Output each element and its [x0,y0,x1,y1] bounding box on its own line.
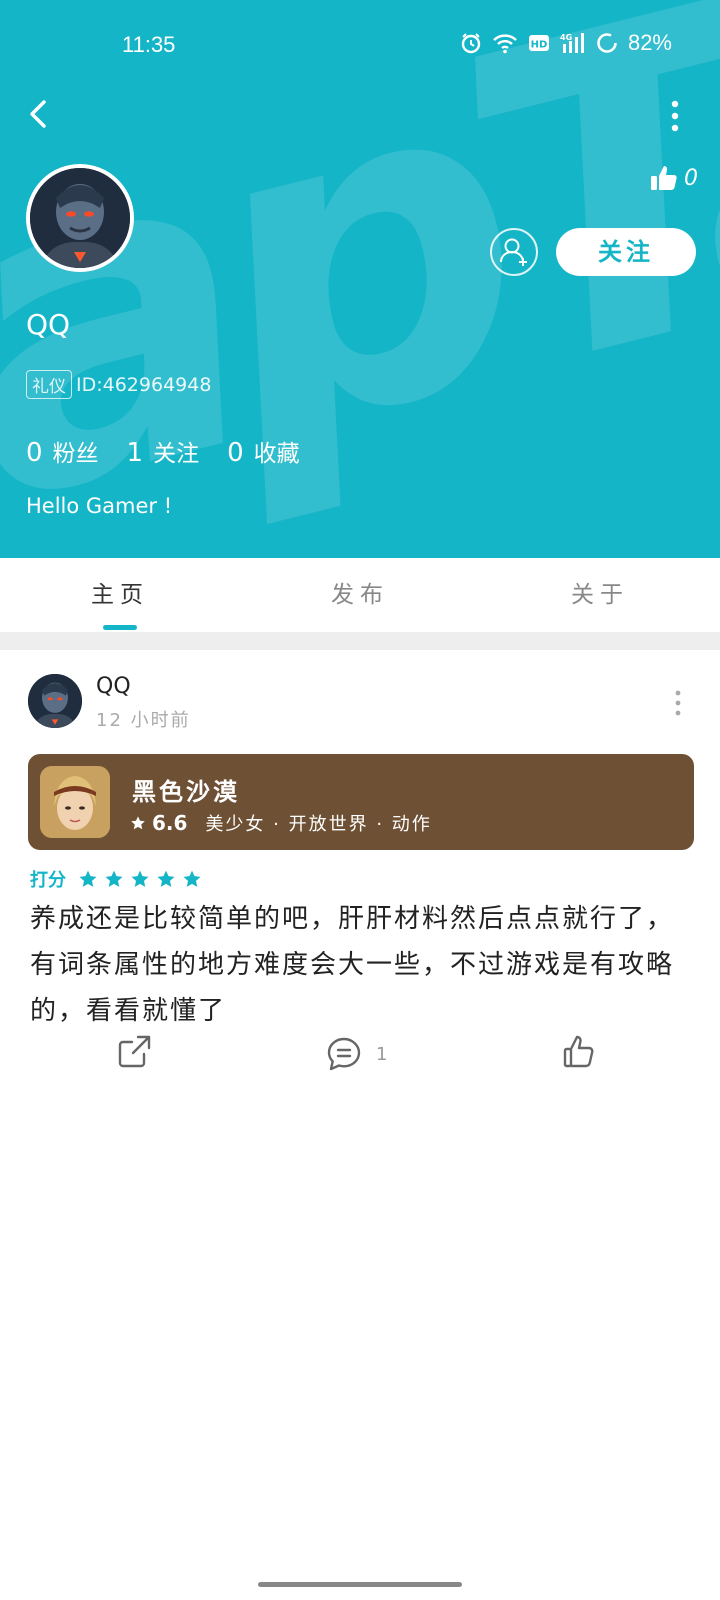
battery-level: 82% [627,30,672,55]
game-tags: 美少女 · 开放世界 · 动作 [205,814,432,835]
stat-favorites[interactable]: 0 收藏 [227,434,300,468]
add-user-icon [500,238,527,266]
tab-home[interactable]: 主页 [0,558,240,632]
profile-header: apTap 11:35 HD 4G 82% 0 关注 QQ 礼仪 ID:4629… [0,0,720,558]
profile-tabs: 主页 发布 关于 [0,558,720,632]
alarm-icon [460,32,482,54]
thumbs-up-icon [651,166,677,190]
tab-about[interactable]: 关于 [480,558,720,632]
star-icon [105,870,123,887]
svg-text:4G: 4G [560,33,572,42]
user-badge: 礼仪 [26,370,72,399]
tab-active-indicator [103,625,137,630]
profile-like[interactable]: 0 [650,164,698,192]
post-like-button[interactable] [562,1034,598,1070]
svg-text:HD: HD [531,40,548,51]
game-title: 黑色沙漠 [132,778,240,806]
star-icon [157,870,175,887]
stat-followers-label: 粉丝 [52,441,99,467]
home-indicator[interactable] [258,1582,462,1587]
hd-icon: HD [528,34,550,52]
comment-count: 1 [376,1043,388,1065]
rating-row: 打分 [30,866,202,892]
wifi-icon [492,32,518,54]
star-icon [183,870,201,887]
star-icon [131,816,145,830]
more-vertical-icon [675,690,681,716]
stat-following-count: 1 [126,438,144,468]
post-author-name[interactable]: QQ [96,674,131,699]
review-text: 养成还是比较简单的吧，肝肝材料然后点点就行了，有词条属性的地方难度会大一些，不过… [30,904,675,1026]
stat-followers-count: 0 [26,438,43,468]
game-cover-image [40,766,110,838]
status-time: 11:35 [122,32,176,57]
game-meta: 6.6 美少女 · 开放世界 · 动作 [130,810,432,836]
status-bar: 11:35 HD 4G 82% [0,0,720,90]
back-button[interactable] [22,96,58,132]
username: QQ [26,308,71,341]
more-options-button[interactable] [660,98,690,134]
stat-followers[interactable]: 0 粉丝 [26,434,99,468]
rating-label: 打分 [30,870,66,891]
game-icon [40,766,110,838]
battery-icon [596,32,618,54]
star-icon [79,870,97,887]
avatar-image [30,168,130,268]
profile-like-count: 0 [684,165,698,191]
more-vertical-icon [671,100,679,132]
stat-following[interactable]: 1 关注 [127,434,200,468]
thumbs-up-icon [563,1035,594,1068]
signal-4g-icon: 4G [560,32,586,54]
game-score: 6.6 [152,811,188,835]
post-more-button[interactable] [670,688,686,718]
post-actions: 1 [0,1034,720,1078]
stat-favorites-count: 0 [227,438,244,468]
game-card[interactable]: 黑色沙漠 6.6 美少女 · 开放世界 · 动作 [28,754,694,850]
chevron-left-icon [30,100,46,128]
comment-button[interactable]: 1 [326,1034,396,1074]
tab-home-label: 主页 [91,582,149,608]
user-id-row: 礼仪 ID:462964948 [26,370,211,399]
post-author-avatar[interactable] [28,674,82,728]
tab-about-label: 关于 [571,582,629,608]
share-icon [118,1035,151,1068]
avatar-image [28,674,82,728]
tab-posts-label: 发布 [331,582,389,608]
user-avatar[interactable] [26,164,134,272]
stat-favorites-label: 收藏 [253,441,300,467]
star-icon [131,870,149,887]
user-bio: Hello Gamer ! [26,494,173,518]
share-button[interactable] [116,1034,152,1070]
user-stats: 0 粉丝 1 关注 0 收藏 [26,434,300,468]
comment-icon [327,1037,361,1071]
tab-posts[interactable]: 发布 [240,558,480,632]
user-id: ID:462964948 [76,373,212,396]
stat-following-label: 关注 [153,441,200,467]
add-friend-button[interactable] [490,228,538,276]
post-timestamp: 12 小时前 [96,710,191,731]
follow-button[interactable]: 关注 [556,228,696,276]
section-divider [0,632,720,650]
status-icons: HD 4G 82% [460,30,672,56]
